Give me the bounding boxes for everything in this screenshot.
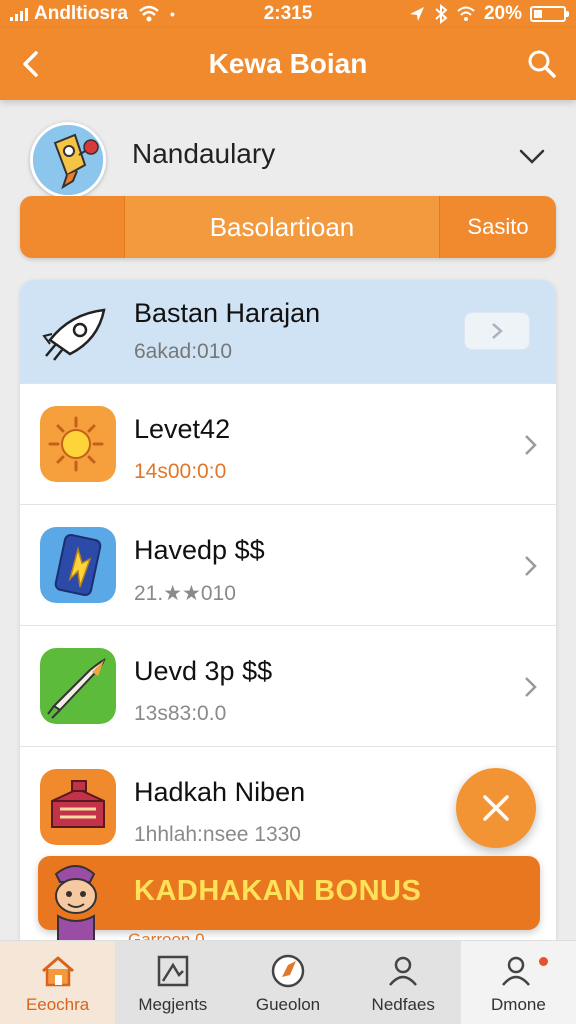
nav-item-home[interactable]: Eeochra xyxy=(0,941,116,1024)
profile-row[interactable]: Nandaulary xyxy=(0,120,576,198)
nav-label: Eeochra xyxy=(25,995,90,1014)
location-dot-icon: • xyxy=(169,6,175,22)
profile-name: Nandaulary xyxy=(132,138,276,169)
nav-item-user[interactable]: Nedfaes xyxy=(345,941,461,1024)
bluetooth-icon xyxy=(435,4,448,24)
nav-label: Dmone xyxy=(491,995,546,1014)
picture-icon xyxy=(157,955,189,987)
rocket-icon xyxy=(42,308,106,361)
list-item-subtitle: 1hhlah:nsee 1330 xyxy=(134,823,301,846)
notification-dot xyxy=(539,957,549,966)
treasure-chest-icon xyxy=(40,769,116,845)
chevron-right-icon xyxy=(492,323,503,339)
status-bar: Andltiosra • 2:315 20% xyxy=(0,0,576,28)
list-item[interactable]: Levet42 14s00:0:0 xyxy=(20,384,556,505)
chevron-right-icon xyxy=(525,677,537,697)
close-icon xyxy=(483,795,509,821)
battery-icon xyxy=(530,6,569,22)
segment-bar: Basolartioan Sasito xyxy=(20,196,556,258)
bottom-nav: Eeochra Megjents Gueolon Nedfaes Dmone xyxy=(0,940,576,1024)
compass-icon xyxy=(271,954,305,988)
bonus-banner-text: KADHAKAN BONUS xyxy=(134,875,422,907)
mascot-character-icon xyxy=(54,865,97,944)
list-item[interactable]: Uevd 3p $$ 13s83:0.0 xyxy=(20,626,556,747)
chevron-right-icon xyxy=(525,435,537,455)
navigation-arrow-icon xyxy=(409,7,424,21)
battery-percent: 20% xyxy=(483,3,522,24)
phone-boost-icon xyxy=(40,527,116,603)
nav-item-compass[interactable]: Gueolon xyxy=(230,941,346,1024)
nav-item-pictures[interactable]: Megjents xyxy=(115,941,231,1024)
close-fab-button[interactable] xyxy=(456,768,536,848)
page-title: Kewa Boian xyxy=(208,48,368,79)
bonus-banner[interactable]: KADHAKAN BONUS xyxy=(38,856,540,930)
list-item-title: Hadkah Niben xyxy=(134,777,306,807)
chevron-right-icon xyxy=(525,556,537,576)
list-item[interactable]: Havedp $$ 21.★★010 xyxy=(20,505,556,626)
list-item-featured[interactable]: Bastan Harajan 6akad:010 xyxy=(20,280,556,384)
list-item-title: Bastan Harajan xyxy=(134,298,321,328)
back-arrow-icon[interactable] xyxy=(14,46,50,82)
wifi-small-icon xyxy=(457,6,475,21)
chevron-down-icon[interactable] xyxy=(516,140,548,172)
app-bar: Kewa Boian xyxy=(0,28,576,100)
wifi-icon xyxy=(139,5,159,22)
nav-label: Gueolon xyxy=(255,995,321,1014)
home-icon xyxy=(41,956,74,987)
signal-icon xyxy=(10,7,28,21)
missile-icon xyxy=(40,648,116,724)
list-item-title: Havedp $$ xyxy=(134,535,265,565)
list-item-title: Levet42 xyxy=(134,414,231,444)
nav-label: Megjents xyxy=(138,995,208,1014)
avatar[interactable] xyxy=(30,122,106,198)
segment-side-button[interactable]: Sasito xyxy=(440,196,556,258)
sun-icon xyxy=(40,406,116,482)
search-icon[interactable] xyxy=(524,46,560,82)
user-icon xyxy=(389,956,418,986)
segment-main-button[interactable]: Basolartioan xyxy=(124,196,440,258)
list-item-title: Uevd 3p $$ xyxy=(134,656,273,686)
carrier-name: Andltiosra xyxy=(34,3,128,24)
go-button[interactable] xyxy=(464,312,530,350)
nav-label: Nedfaes xyxy=(371,995,435,1014)
list-item-subtitle: 6akad:010 xyxy=(134,340,233,363)
list-item-subtitle: 14s00:0:0 xyxy=(134,460,227,483)
list-item-subtitle: 13s83:0.0 xyxy=(134,702,227,725)
profile-icon xyxy=(502,956,531,986)
nav-item-profile[interactable]: Dmone xyxy=(461,941,576,1024)
rocket-mascot-icon xyxy=(33,125,103,195)
list-item-subtitle: 21.★★010 xyxy=(134,582,236,605)
